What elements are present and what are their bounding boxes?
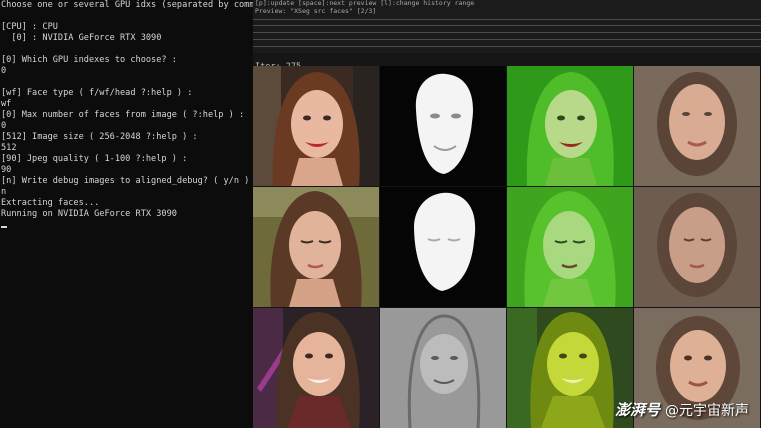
watermark-handle: @元宇宙新声 (665, 402, 749, 419)
console-line: [0] : NVIDIA GeForce RTX 3090 (1, 33, 162, 43)
reconstruction-image (634, 187, 760, 307)
watermark: 澎湃号 @元宇宙新声 (615, 399, 749, 420)
console-line: [wf] Face type ( f/wf/head ?:help ) : (1, 88, 193, 98)
console-window[interactable]: Choose one or several GPU idxs (separate… (0, 0, 253, 428)
source-face-image (253, 66, 379, 186)
console-line: n (1, 187, 7, 197)
mask-image (380, 66, 506, 186)
console-line: 90 (1, 165, 12, 175)
console-line: Running on NVIDIA GeForce RTX 3090 (1, 209, 177, 219)
console-line: [90] Jpeg quality ( 1-100 ?:help ) : (1, 154, 188, 164)
console-line: wf (1, 99, 12, 109)
console-line: [CPU] : CPU (1, 22, 58, 32)
console-cursor (1, 226, 7, 228)
console-line: 512 (1, 143, 17, 153)
history-graph-line (253, 19, 761, 20)
history-graph-line (253, 46, 761, 47)
console-line: [0] Max number of faces from image ( ?:h… (1, 110, 245, 120)
preview-grid (253, 66, 761, 428)
green-overlay-image (507, 66, 633, 186)
console-line: Extracting faces... (1, 198, 100, 208)
green-overlay-image (507, 187, 633, 307)
console-line: [0] Which GPU indexes to choose? : (1, 55, 177, 65)
mask-image (380, 187, 506, 307)
iteration-bar: Iter: 275 (253, 54, 761, 72)
console-line: Choose one or several GPU idxs (separate… (1, 0, 253, 10)
history-graph-line (253, 32, 761, 33)
console-line: 0 (1, 121, 7, 131)
console-line: [512] Image size ( 256-2048 ?:help ) : (1, 132, 198, 142)
history-graph-line (253, 39, 761, 40)
reconstruction-image (634, 66, 760, 186)
source-face-image (253, 187, 379, 307)
mask-image (380, 308, 506, 428)
history-graph-line (253, 25, 761, 26)
preview-window[interactable]: [p]:update [space]:next preview [l]:chan… (253, 0, 761, 428)
console-line: 0 (1, 66, 7, 76)
preview-header: [p]:update [space]:next preview [l]:chan… (253, 0, 761, 53)
console-line: [n] Write debug images to aligned_debug?… (1, 176, 253, 186)
preview-title: Preview: "XSeg src faces" [2/3] (255, 6, 377, 15)
watermark-logo: 澎湃号 (614, 401, 660, 419)
source-face-image (253, 308, 379, 428)
